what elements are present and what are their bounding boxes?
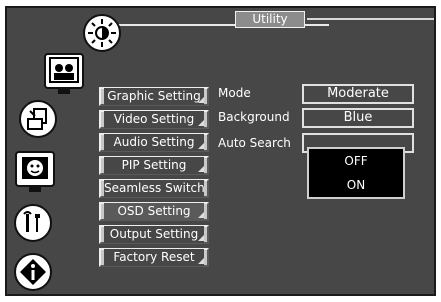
menu-item-seamless-switch[interactable]: Seamless Switch: [99, 179, 209, 198]
background-value[interactable]: Blue: [302, 108, 414, 128]
brightness-icon[interactable]: [83, 14, 121, 52]
menu-item-label: PIP Setting: [104, 157, 204, 174]
menu-item-pip-setting[interactable]: PIP Setting ◢: [99, 156, 209, 175]
menu-item-osd-setting[interactable]: OSD Setting ◢: [99, 202, 209, 221]
info-icon[interactable]: [14, 253, 52, 291]
auto-search-label: Auto Search: [218, 136, 291, 150]
dropdown-option-on[interactable]: ON: [309, 173, 403, 197]
osd-icon-stand: [29, 187, 41, 192]
corner-grip: ◢: [198, 233, 205, 242]
osd-icon-glyph: [22, 157, 48, 179]
corner-grip: ◢: [198, 95, 205, 104]
menu-item-label: Video Setting: [104, 111, 204, 128]
brightness-icon-glyph: [88, 19, 116, 47]
menu-item-label: Output Setting: [104, 226, 204, 243]
info-icon-glyph: [20, 259, 46, 285]
menu-item-label: Audio Setting: [104, 134, 204, 151]
tools-icon[interactable]: [14, 204, 52, 242]
corner-grip: ◢: [198, 210, 205, 219]
mode-label: Mode: [218, 86, 251, 100]
corner-grip: ◢: [198, 256, 205, 265]
menu-item-label: Seamless Switch: [104, 180, 204, 197]
corner-grip: ◢: [198, 164, 205, 173]
menu-item-label: Graphic Setting: [104, 88, 204, 105]
dropdown-option-off[interactable]: OFF: [309, 149, 403, 173]
osd-icon[interactable]: [15, 151, 55, 187]
input-icon-glyph: [27, 108, 47, 130]
dropdown-list: OFF ON: [309, 149, 403, 197]
header-divider-right: [307, 18, 434, 20]
auto-search-dropdown[interactable]: OFF ON: [307, 147, 405, 199]
menu-item-output-setting[interactable]: Output Setting ◢: [99, 225, 209, 244]
mode-value[interactable]: Moderate: [302, 84, 414, 104]
picture-icon-glyph: [49, 57, 79, 83]
menu-item-audio-setting[interactable]: Audio Setting ◢: [99, 133, 209, 152]
input-icon[interactable]: [19, 100, 57, 138]
corner-grip: ◢: [198, 141, 205, 150]
page-title: Utility: [235, 11, 305, 28]
menu-item-factory-reset[interactable]: Factory Reset ◢: [99, 248, 209, 267]
background-label: Background: [218, 110, 290, 124]
picture-icon-stand: [58, 89, 70, 94]
picture-icon[interactable]: [44, 53, 84, 89]
menu-item-label: OSD Setting: [104, 203, 204, 220]
menu-item-label: Factory Reset: [104, 249, 204, 266]
osd-screen: Utility Graphic Setting ◢ Video Setting …: [5, 6, 436, 296]
tools-icon-glyph: [23, 211, 40, 232]
corner-grip: ◢: [198, 118, 205, 127]
menu-item-video-setting[interactable]: Video Setting ◢: [99, 110, 209, 129]
menu-item-graphic-setting[interactable]: Graphic Setting ◢: [99, 87, 209, 106]
